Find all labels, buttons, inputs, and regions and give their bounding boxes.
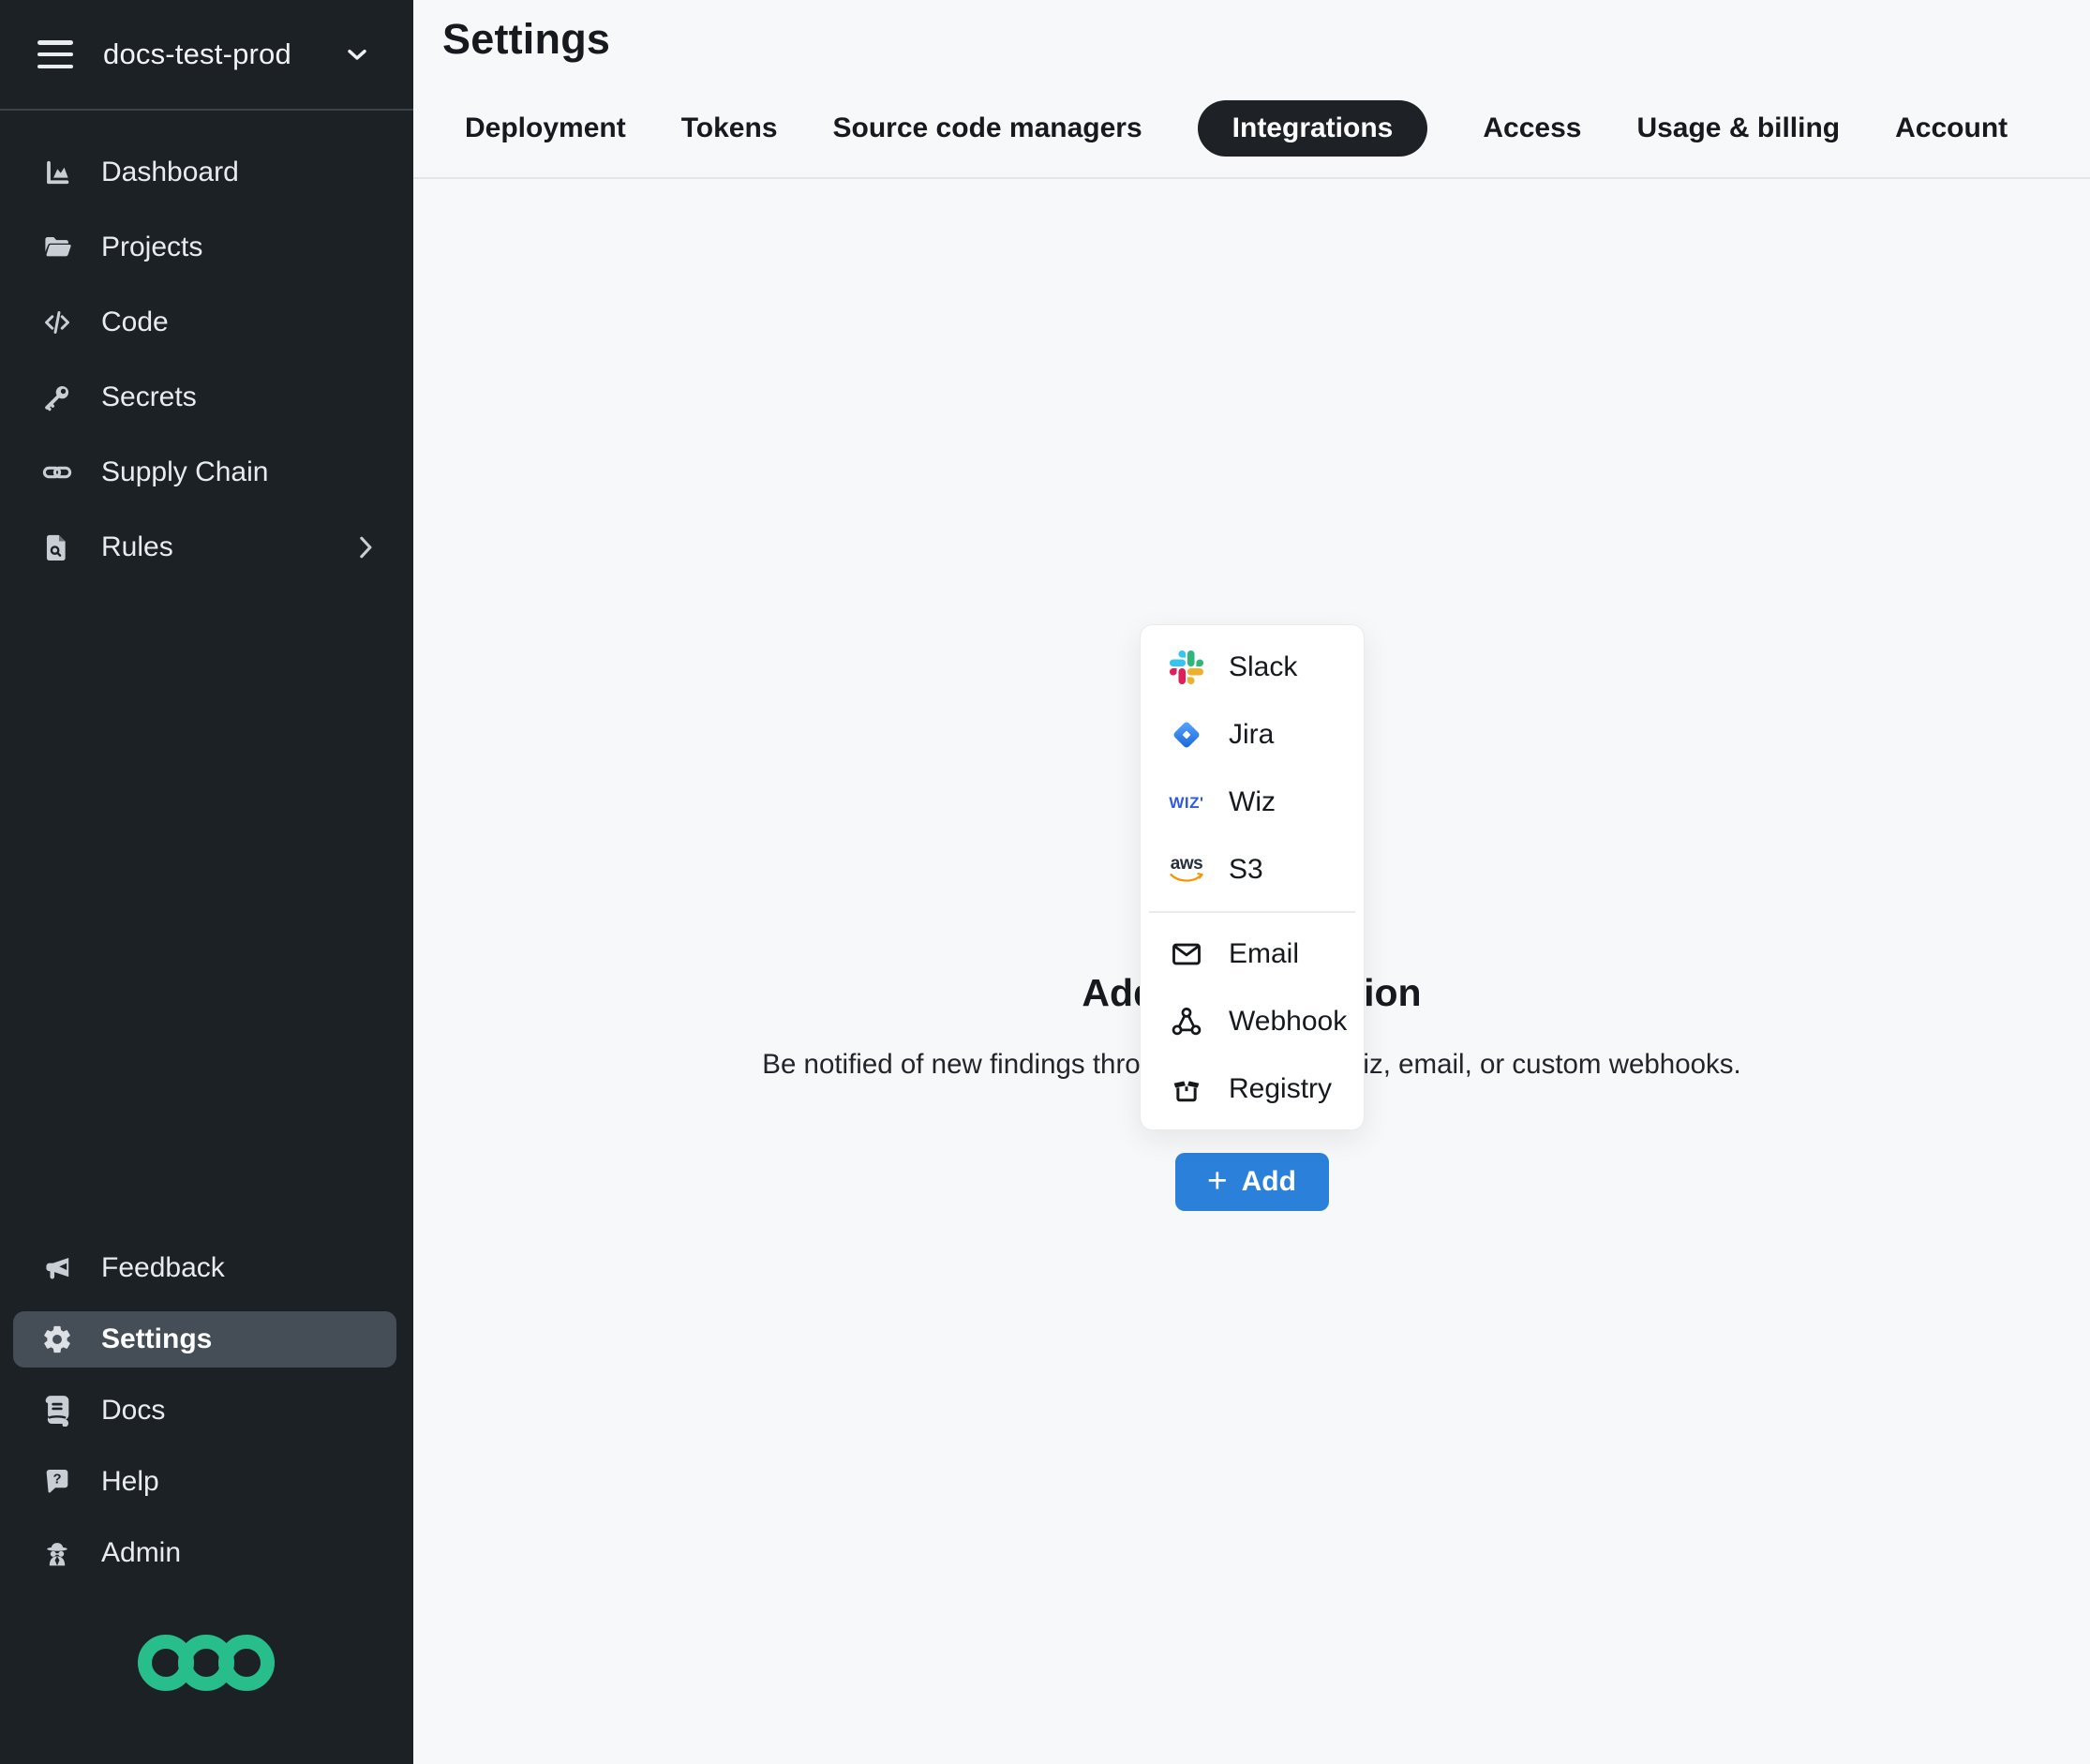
sidebar: docs-test-prod Dashboard Projects Co [0,0,413,1764]
workspace-selector[interactable]: docs-test-prod [0,0,413,111]
menu-item-label: Wiz [1229,786,1276,818]
menu-item-label: Jira [1229,719,1274,751]
menu-item-label: Slack [1229,651,1297,683]
integration-type-menu: Slack Jira wiz' Wiz aws S3 Ema [1140,624,1365,1130]
plus-icon: + [1207,1163,1228,1198]
sidebar-item-label: Supply Chain [101,456,268,488]
sidebar-item-admin[interactable]: Admin [0,1517,413,1589]
jira-icon [1169,717,1204,753]
sidebar-item-rules[interactable]: Rules [0,510,413,585]
menu-item-webhook[interactable]: Webhook [1141,988,1364,1055]
menu-item-label: Webhook [1229,1006,1347,1038]
sidebar-item-label: Help [101,1466,159,1498]
tab-access[interactable]: Access [1483,100,1581,157]
menu-item-s3[interactable]: aws S3 [1141,836,1364,904]
menu-item-wiz[interactable]: wiz' Wiz [1141,769,1364,836]
code-icon [41,306,73,338]
webhook-icon [1169,1004,1204,1039]
app-window: docs-test-prod Dashboard Projects Co [0,0,2090,1764]
menu-item-label: S3 [1229,854,1263,886]
tab-deployment[interactable]: Deployment [465,100,626,157]
sidebar-item-supply-chain[interactable]: Supply Chain [0,435,413,510]
docs-book-icon [41,1395,73,1427]
sidebar-item-code[interactable]: Code [0,285,413,360]
svg-text:?: ? [52,1472,61,1487]
registry-package-icon [1169,1071,1204,1107]
menu-divider [1149,911,1355,913]
sidebar-item-label: Feedback [101,1252,225,1284]
menu-item-registry[interactable]: Registry [1141,1055,1364,1123]
menu-item-jira[interactable]: Jira [1141,701,1364,769]
sidebar-item-label: Settings [101,1323,212,1355]
sidebar-item-help[interactable]: ? Help [0,1446,413,1517]
sidebar-item-label: Dashboard [101,157,239,188]
sidebar-item-projects[interactable]: Projects [0,210,413,285]
menu-item-email[interactable]: Email [1141,920,1364,988]
page-title: Settings [442,15,610,64]
chevron-right-icon [355,534,376,561]
supply-chain-link-icon [41,456,73,488]
tab-usage-billing[interactable]: Usage & billing [1636,100,1840,157]
email-envelope-icon [1169,936,1204,972]
feedback-megaphone-icon [41,1252,73,1284]
sidebar-bottom-nav: Feedback Settings Docs ? Help [0,1233,413,1589]
menu-item-label: Registry [1229,1073,1332,1105]
rules-document-icon [41,531,73,563]
tab-integrations[interactable]: Integrations [1198,100,1428,157]
sidebar-item-label: Projects [101,232,202,263]
dashboard-chart-icon [41,157,73,188]
slack-icon [1169,650,1204,685]
tab-source-code-managers[interactable]: Source code managers [833,100,1142,157]
sidebar-item-dashboard[interactable]: Dashboard [0,135,413,210]
secrets-key-icon [41,381,73,413]
help-question-icon: ? [41,1466,73,1498]
sidebar-nav: Dashboard Projects Code Secrets [0,111,413,585]
admin-detective-icon [41,1537,73,1569]
tab-tokens[interactable]: Tokens [681,100,778,157]
three-rings-logo [137,1633,276,1697]
add-integration-button[interactable]: + Add [1175,1153,1329,1211]
menu-item-label: Email [1229,938,1299,970]
aws-logo-icon: aws [1169,852,1204,888]
chevron-down-icon [342,39,372,69]
add-button-label: Add [1242,1166,1296,1198]
sidebar-item-label: Secrets [101,381,197,413]
sidebar-item-label: Rules [101,531,173,563]
sidebar-item-label: Docs [101,1395,165,1427]
wiz-logo-icon: wiz' [1169,785,1204,820]
sidebar-item-feedback[interactable]: Feedback [0,1233,413,1304]
sidebar-item-secrets[interactable]: Secrets [0,360,413,435]
sidebar-item-settings[interactable]: Settings [13,1311,396,1368]
tab-account[interactable]: Account [1895,100,2008,157]
sidebar-item-label: Admin [101,1537,181,1569]
sidebar-item-docs[interactable]: Docs [0,1375,413,1446]
workspace-name: docs-test-prod [103,37,291,71]
settings-gear-icon [41,1323,73,1355]
menu-item-slack[interactable]: Slack [1141,634,1364,701]
settings-tabbar: Deployment Tokens Source code managers I… [413,100,2008,157]
sidebar-item-label: Code [101,306,169,338]
projects-folder-icon [41,232,73,263]
hamburger-menu-icon[interactable] [37,40,73,68]
tabbar-divider [413,177,2090,179]
